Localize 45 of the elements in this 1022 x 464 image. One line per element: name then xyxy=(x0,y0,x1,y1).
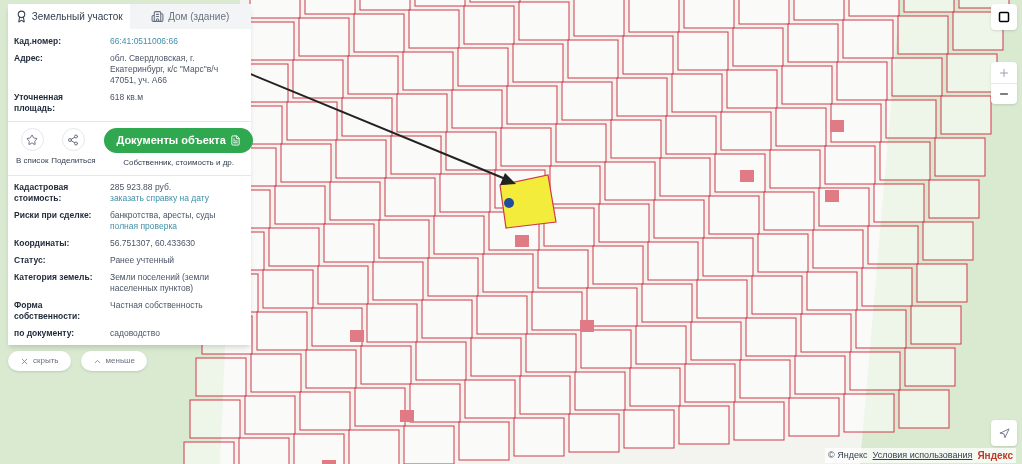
yandex-logo: Яндекс xyxy=(977,449,1013,463)
plus-icon xyxy=(998,66,1010,79)
star-icon xyxy=(26,133,39,146)
close-icon xyxy=(20,356,29,366)
field-value: 56.751307, 60.433630 xyxy=(110,238,196,249)
field-value: 618 кв.м xyxy=(110,92,143,103)
navigation-arrow-icon xyxy=(998,427,1010,439)
building-icon xyxy=(151,10,165,23)
field-label: Риски при сделке: xyxy=(14,210,93,222)
field-label: Категория земель: xyxy=(14,272,94,284)
copyright-text: © Яндекс xyxy=(828,448,868,462)
field-link[interactable]: заказать справку на дату xyxy=(110,193,210,204)
documents-button[interactable]: Документы объекта xyxy=(104,128,253,153)
document-icon xyxy=(229,135,241,146)
field-value: садоводство xyxy=(110,328,160,339)
field-value: 285 923.88 руб. xyxy=(110,182,173,193)
field-value: Земли поселений (земли населенных пунктов) xyxy=(110,272,210,294)
hide-button[interactable]: скрыть xyxy=(8,351,71,371)
field-label: по документу: xyxy=(14,328,76,339)
square-icon xyxy=(998,11,1010,23)
field-label: Кадастровая стоимость: xyxy=(14,182,70,204)
field-value: банкротства, аресты, суды xyxy=(110,210,216,221)
field-value: Ранее учтенный xyxy=(110,255,175,266)
field-label: Уточненная площадь: xyxy=(14,92,65,114)
field-value: обл. Свердловская, г. Екатеринбург, к/с "Марс"в/ч 47051, уч. А66 xyxy=(110,53,220,86)
field-label: Форма собственности: xyxy=(14,300,82,322)
layers-button[interactable] xyxy=(991,4,1017,30)
collapse-button[interactable]: меньше xyxy=(80,351,147,371)
field-label: Адрес: xyxy=(14,53,44,65)
documents-caption: Собственник, стоимость и др. xyxy=(123,157,234,169)
field-link[interactable]: полная проверка xyxy=(110,221,216,232)
field-link[interactable]: 66:41:0511006:66 xyxy=(110,36,178,47)
share-button[interactable]: Поделиться xyxy=(52,128,95,167)
field-label: Кад.номер: xyxy=(14,36,63,47)
share-icon xyxy=(67,133,80,146)
terms-link[interactable]: Условия использования xyxy=(872,448,973,463)
tab[interactable]: Земельный участок xyxy=(8,4,130,29)
field-value: Частная собственность xyxy=(110,300,203,311)
tab[interactable]: Дом (здание) xyxy=(129,4,251,29)
field-label: Координаты: xyxy=(14,238,71,249)
location-marker xyxy=(504,198,514,208)
add-to-list-button[interactable]: В список xyxy=(16,128,49,167)
field-label: Статус: xyxy=(14,255,47,266)
locate-button[interactable] xyxy=(991,420,1017,446)
highlighted-parcel xyxy=(499,174,557,229)
